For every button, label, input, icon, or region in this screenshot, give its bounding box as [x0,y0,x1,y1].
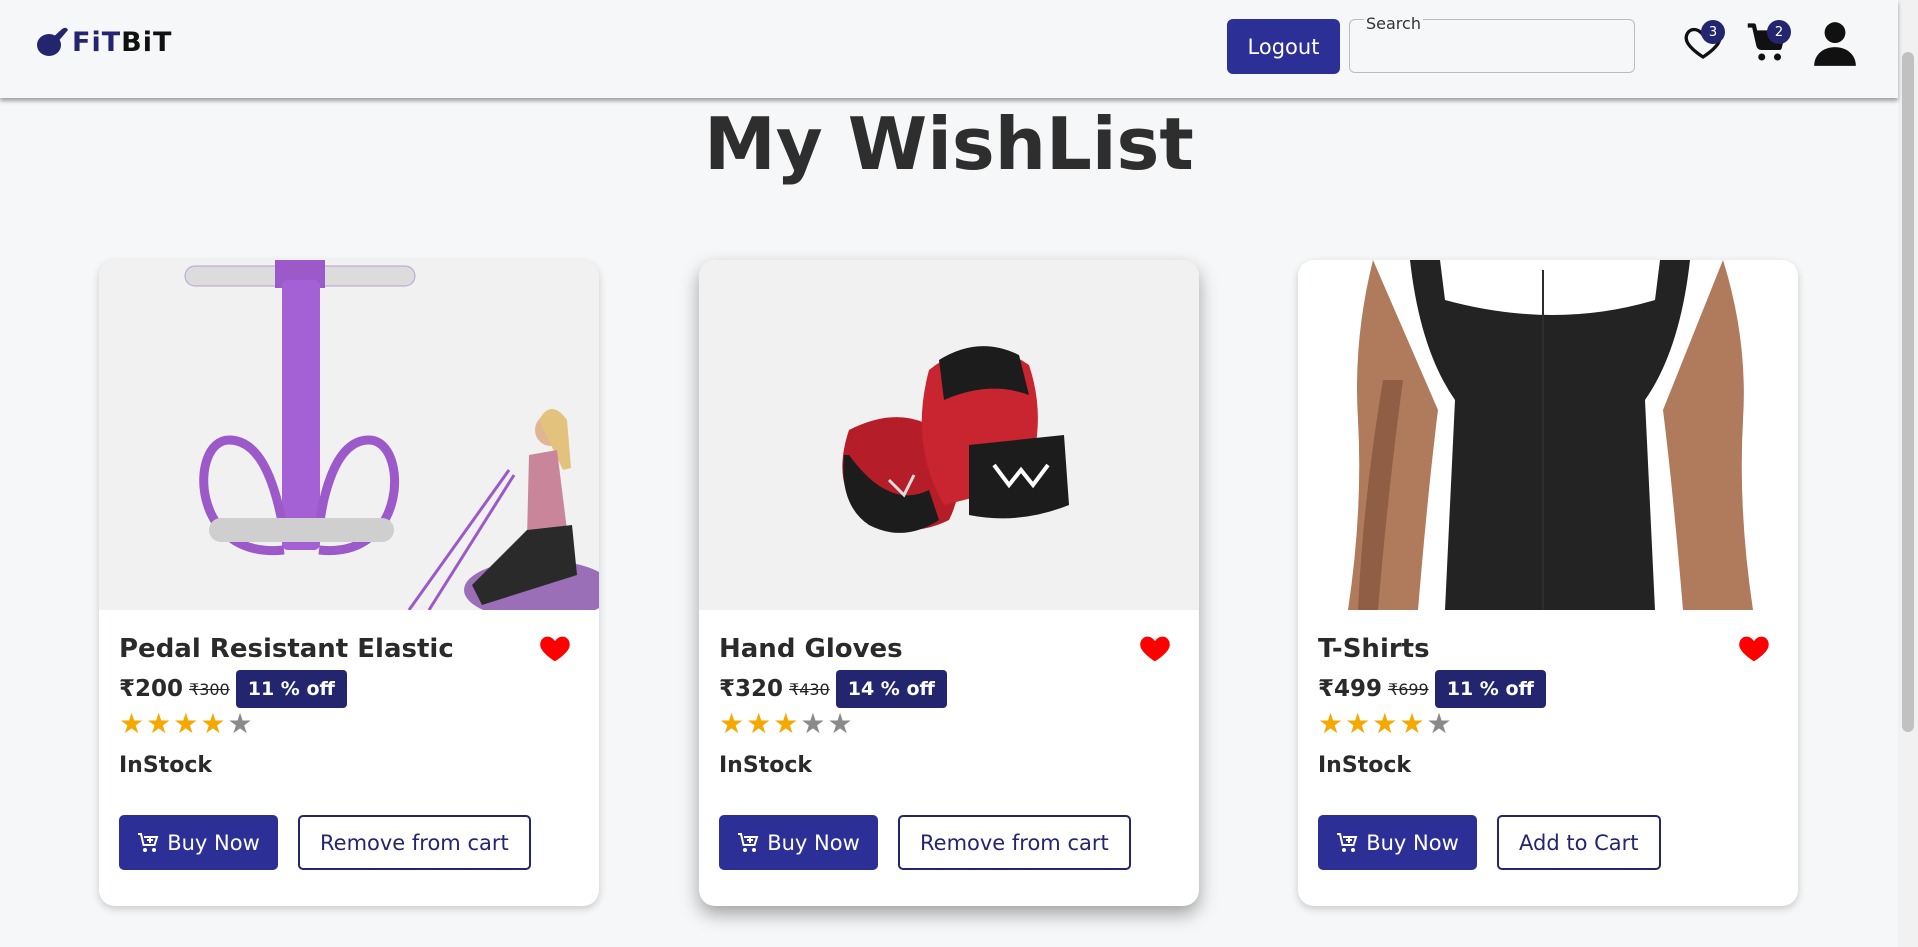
logo-icon [37,27,68,56]
product-card: T-Shirts ₹499 ₹699 11 % off ★ ★ ★ ★ ★ InStoc… [1298,260,1798,906]
rating-stars: ★ ★ ★ ★ ★ [119,710,253,738]
star-filled-icon: ★ [719,707,745,740]
product-photo [99,260,599,610]
product-card: Hand Gloves ₹320 ₹430 14 % off ★ ★ ★ ★ ★ InS… [699,260,1199,906]
product-mrp: ₹430 [789,679,830,699]
price-row: ₹200 ₹300 11 % off [119,670,347,708]
star-filled-icon: ★ [746,707,772,740]
search-field[interactable]: Search [1349,14,1635,73]
product-card: Pedal Resistant Elastic ₹200 ₹300 11 % o… [99,260,599,906]
stock-status: InStock [119,753,212,778]
buy-now-button[interactable]: Buy Now [1318,815,1477,870]
price-row: ₹320 ₹430 14 % off [719,670,947,708]
add-cart-icon [138,832,159,852]
wishlist-toggle[interactable] [1738,633,1770,667]
product-price: ₹499 [1318,676,1383,702]
wishlist-toggle[interactable] [539,633,571,667]
product-name[interactable]: Pedal Resistant Elastic [119,634,454,664]
product-image[interactable] [699,260,1199,610]
product-name[interactable]: Hand Gloves [719,634,903,664]
star-empty-icon: ★ [227,707,253,740]
product-photo [1298,260,1798,610]
heart-filled-icon [1140,636,1170,662]
account-nav-button[interactable] [1810,18,1860,72]
stock-status: InStock [719,753,812,778]
rating-stars: ★ ★ ★ ★ ★ [1318,710,1452,738]
star-filled-icon: ★ [1345,707,1371,740]
wishlist-toggle[interactable] [1139,633,1171,667]
star-filled-icon: ★ [146,707,172,740]
star-empty-icon: ★ [827,707,853,740]
product-mrp: ₹300 [189,679,230,699]
rating-stars: ★ ★ ★ ★ ★ [719,710,853,738]
product-photo [699,260,1199,610]
star-filled-icon: ★ [173,707,199,740]
buy-now-button[interactable]: Buy Now [719,815,878,870]
page-title: My WishList [704,102,1194,186]
star-filled-icon: ★ [119,707,145,740]
cart-nav-button[interactable]: 2 [1745,20,1791,68]
buy-now-label: Buy Now [1366,830,1459,855]
star-empty-icon: ★ [1426,707,1452,740]
cart-count-badge: 2 [1767,20,1791,44]
remove-from-cart-button[interactable]: Remove from cart [298,815,531,870]
add-cart-icon [1337,832,1358,852]
logo-suffix: BiT [121,26,173,58]
discount-badge: 11 % off [235,670,347,708]
product-price: ₹320 [719,676,784,702]
star-empty-icon: ★ [800,707,826,740]
wishlist-count-badge: 3 [1701,20,1725,44]
fitbit-logo[interactable]: FiTBiT [36,26,172,58]
buy-now-label: Buy Now [167,830,260,855]
product-mrp: ₹699 [1388,679,1429,699]
stock-status: InStock [1318,753,1411,778]
wishlist-nav-button[interactable]: 3 [1683,20,1725,66]
logout-button[interactable]: Logout [1227,19,1340,74]
product-name[interactable]: T-Shirts [1318,634,1430,664]
top-navbar: FiTBiT Logout Search 3 2 [0,0,1898,98]
logo-text: FiTBiT [72,27,172,58]
star-filled-icon: ★ [1372,707,1398,740]
product-price: ₹200 [119,676,184,702]
add-cart-icon [738,832,759,852]
product-image[interactable] [1298,260,1798,610]
add-to-cart-button[interactable]: Add to Cart [1497,815,1661,870]
star-filled-icon: ★ [1399,707,1425,740]
discount-badge: 14 % off [835,670,947,708]
product-image[interactable] [99,260,599,610]
user-icon [1814,22,1856,66]
heart-filled-icon [540,636,570,662]
scrollbar-thumb[interactable] [1902,52,1914,732]
star-filled-icon: ★ [1318,707,1344,740]
discount-badge: 11 % off [1434,670,1546,708]
search-input[interactable] [1360,38,1620,68]
star-filled-icon: ★ [773,707,799,740]
heart-filled-icon [1739,636,1769,662]
remove-from-cart-button[interactable]: Remove from cart [898,815,1131,870]
price-row: ₹499 ₹699 11 % off [1318,670,1546,708]
search-label: Search [1364,14,1423,33]
star-filled-icon: ★ [200,707,226,740]
buy-now-button[interactable]: Buy Now [119,815,278,870]
logo-prefix: FiT [72,26,122,58]
buy-now-label: Buy Now [767,830,860,855]
page-scrollbar[interactable] [1898,0,1918,947]
